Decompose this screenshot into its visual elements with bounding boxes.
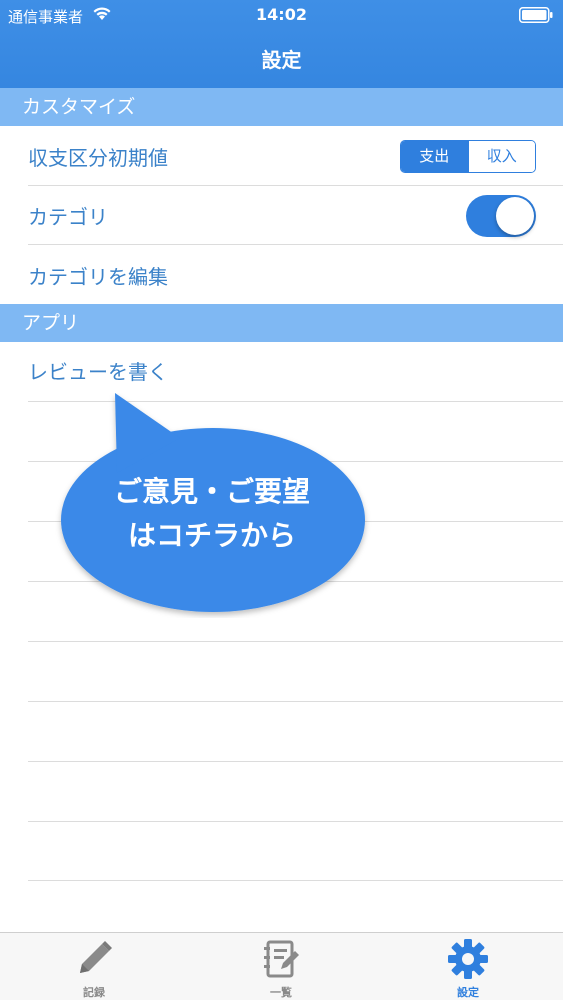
default-type-segmented-control: 支出 収入 bbox=[400, 140, 536, 173]
category-toggle[interactable] bbox=[466, 195, 536, 237]
battery-icon bbox=[519, 7, 553, 23]
speech-bubble-line-2: はコチラから bbox=[127, 519, 296, 552]
tab-label-record: 記録 bbox=[83, 986, 105, 999]
empty-row-separator bbox=[28, 701, 563, 702]
tab-record[interactable]: 記録 bbox=[34, 933, 154, 1000]
empty-row-separator bbox=[28, 641, 563, 642]
speech-bubble-line-1: ご意見・ご要望 bbox=[113, 475, 310, 508]
empty-row-separator bbox=[28, 821, 563, 822]
clock-time: 14:02 bbox=[256, 5, 307, 24]
navigation-header: 通信事業者 14:02 設定 bbox=[0, 0, 563, 88]
row-default-type: 収支区分初期値 支出 収入 bbox=[0, 126, 563, 186]
tab-label-list: 一覧 bbox=[270, 986, 292, 999]
tab-label-settings: 設定 bbox=[457, 986, 479, 999]
status-bar: 通信事業者 14:02 bbox=[0, 0, 563, 32]
empty-row-separator bbox=[28, 761, 563, 762]
row-category: カテゴリ bbox=[0, 185, 563, 245]
segment-income[interactable]: 収入 bbox=[467, 141, 535, 172]
list-icon bbox=[264, 940, 299, 978]
row-label-edit-category: カテゴリを編集 bbox=[28, 265, 168, 289]
tab-settings[interactable]: 設定 bbox=[408, 933, 528, 1000]
row-label-write-review: レビューを書く bbox=[28, 360, 168, 384]
row-label-category: カテゴリ bbox=[28, 205, 108, 229]
section-header-app: アプリ bbox=[0, 304, 563, 342]
row-edit-category[interactable]: カテゴリを編集 bbox=[0, 245, 563, 304]
segment-expense[interactable]: 支出 bbox=[401, 141, 468, 172]
page-title: 設定 bbox=[261, 48, 302, 72]
row-label-default-type: 収支区分初期値 bbox=[28, 146, 168, 170]
tab-bar: 記録 一覧 設定 bbox=[0, 932, 563, 1000]
tab-list[interactable]: 一覧 bbox=[221, 933, 341, 1000]
empty-row-separator bbox=[28, 880, 563, 881]
gear-icon bbox=[448, 939, 488, 979]
section-header-customize: カスタマイズ bbox=[0, 88, 563, 126]
toggle-knob bbox=[496, 197, 534, 235]
speech-bubble-text[interactable]: ご意見・ご要望 はコチラから bbox=[62, 470, 362, 558]
pencil-icon bbox=[80, 941, 112, 973]
